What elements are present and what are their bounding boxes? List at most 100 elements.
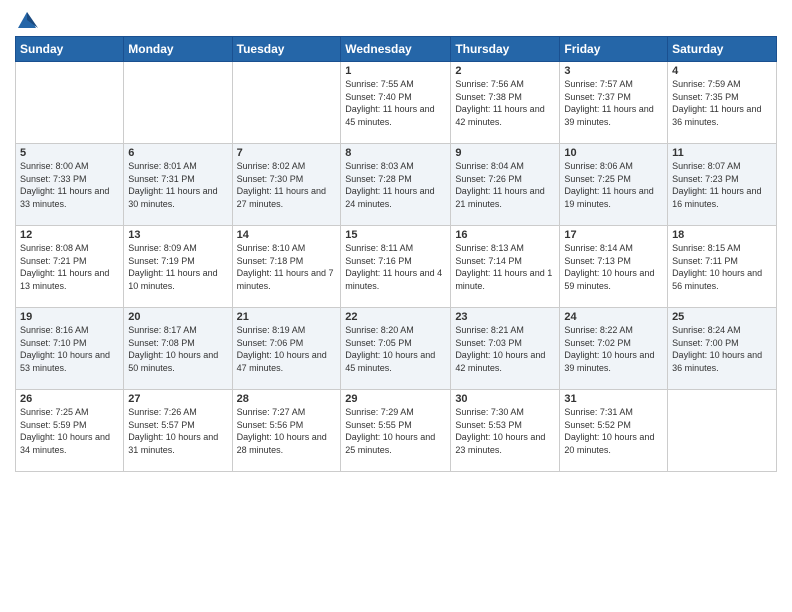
day-number: 3 [564, 65, 663, 77]
day-info: Sunrise: 7:25 AMSunset: 5:59 PMDaylight:… [20, 406, 119, 456]
day-info: Sunrise: 8:07 AMSunset: 7:23 PMDaylight:… [672, 160, 772, 210]
day-info: Sunrise: 7:29 AMSunset: 5:55 PMDaylight:… [345, 406, 446, 456]
day-cell: 20Sunrise: 8:17 AMSunset: 7:08 PMDayligh… [124, 308, 232, 390]
day-cell: 27Sunrise: 7:26 AMSunset: 5:57 PMDayligh… [124, 390, 232, 472]
week-row-1: 1Sunrise: 7:55 AMSunset: 7:40 PMDaylight… [16, 62, 777, 144]
day-info: Sunrise: 7:57 AMSunset: 7:37 PMDaylight:… [564, 78, 663, 128]
weekday-header-tuesday: Tuesday [232, 37, 341, 62]
day-info: Sunrise: 8:24 AMSunset: 7:00 PMDaylight:… [672, 324, 772, 374]
day-number: 31 [564, 393, 663, 405]
day-cell: 8Sunrise: 8:03 AMSunset: 7:28 PMDaylight… [341, 144, 451, 226]
weekday-header-sunday: Sunday [16, 37, 124, 62]
day-info: Sunrise: 8:01 AMSunset: 7:31 PMDaylight:… [128, 160, 227, 210]
weekday-header-row: SundayMondayTuesdayWednesdayThursdayFrid… [16, 37, 777, 62]
day-number: 7 [237, 147, 337, 159]
day-cell [16, 62, 124, 144]
day-cell: 9Sunrise: 8:04 AMSunset: 7:26 PMDaylight… [451, 144, 560, 226]
day-cell: 13Sunrise: 8:09 AMSunset: 7:19 PMDayligh… [124, 226, 232, 308]
day-cell: 19Sunrise: 8:16 AMSunset: 7:10 PMDayligh… [16, 308, 124, 390]
day-number: 18 [672, 229, 772, 241]
day-info: Sunrise: 8:22 AMSunset: 7:02 PMDaylight:… [564, 324, 663, 374]
weekday-header-monday: Monday [124, 37, 232, 62]
day-info: Sunrise: 8:00 AMSunset: 7:33 PMDaylight:… [20, 160, 119, 210]
day-cell: 5Sunrise: 8:00 AMSunset: 7:33 PMDaylight… [16, 144, 124, 226]
day-cell: 26Sunrise: 7:25 AMSunset: 5:59 PMDayligh… [16, 390, 124, 472]
day-number: 29 [345, 393, 446, 405]
day-cell: 28Sunrise: 7:27 AMSunset: 5:56 PMDayligh… [232, 390, 341, 472]
weekday-header-friday: Friday [560, 37, 668, 62]
day-number: 28 [237, 393, 337, 405]
day-cell: 23Sunrise: 8:21 AMSunset: 7:03 PMDayligh… [451, 308, 560, 390]
day-cell: 29Sunrise: 7:29 AMSunset: 5:55 PMDayligh… [341, 390, 451, 472]
day-number: 12 [20, 229, 119, 241]
logo [15, 10, 39, 28]
weekday-header-thursday: Thursday [451, 37, 560, 62]
calendar-table: SundayMondayTuesdayWednesdayThursdayFrid… [15, 36, 777, 472]
day-cell: 10Sunrise: 8:06 AMSunset: 7:25 PMDayligh… [560, 144, 668, 226]
day-number: 13 [128, 229, 227, 241]
day-cell: 18Sunrise: 8:15 AMSunset: 7:11 PMDayligh… [668, 226, 777, 308]
day-number: 5 [20, 147, 119, 159]
day-number: 8 [345, 147, 446, 159]
day-info: Sunrise: 7:27 AMSunset: 5:56 PMDaylight:… [237, 406, 337, 456]
day-info: Sunrise: 8:16 AMSunset: 7:10 PMDaylight:… [20, 324, 119, 374]
day-cell: 22Sunrise: 8:20 AMSunset: 7:05 PMDayligh… [341, 308, 451, 390]
weekday-header-saturday: Saturday [668, 37, 777, 62]
day-number: 19 [20, 311, 119, 323]
week-row-3: 12Sunrise: 8:08 AMSunset: 7:21 PMDayligh… [16, 226, 777, 308]
day-info: Sunrise: 8:09 AMSunset: 7:19 PMDaylight:… [128, 242, 227, 292]
day-info: Sunrise: 8:15 AMSunset: 7:11 PMDaylight:… [672, 242, 772, 292]
day-cell: 2Sunrise: 7:56 AMSunset: 7:38 PMDaylight… [451, 62, 560, 144]
day-info: Sunrise: 8:02 AMSunset: 7:30 PMDaylight:… [237, 160, 337, 210]
day-info: Sunrise: 8:17 AMSunset: 7:08 PMDaylight:… [128, 324, 227, 374]
day-number: 20 [128, 311, 227, 323]
day-cell: 17Sunrise: 8:14 AMSunset: 7:13 PMDayligh… [560, 226, 668, 308]
day-info: Sunrise: 8:13 AMSunset: 7:14 PMDaylight:… [455, 242, 555, 292]
day-cell: 21Sunrise: 8:19 AMSunset: 7:06 PMDayligh… [232, 308, 341, 390]
day-cell: 16Sunrise: 8:13 AMSunset: 7:14 PMDayligh… [451, 226, 560, 308]
week-row-2: 5Sunrise: 8:00 AMSunset: 7:33 PMDaylight… [16, 144, 777, 226]
week-row-4: 19Sunrise: 8:16 AMSunset: 7:10 PMDayligh… [16, 308, 777, 390]
day-number: 11 [672, 147, 772, 159]
day-info: Sunrise: 7:55 AMSunset: 7:40 PMDaylight:… [345, 78, 446, 128]
day-number: 21 [237, 311, 337, 323]
day-info: Sunrise: 7:59 AMSunset: 7:35 PMDaylight:… [672, 78, 772, 128]
day-info: Sunrise: 8:11 AMSunset: 7:16 PMDaylight:… [345, 242, 446, 292]
day-number: 16 [455, 229, 555, 241]
day-number: 2 [455, 65, 555, 77]
day-number: 22 [345, 311, 446, 323]
day-number: 30 [455, 393, 555, 405]
day-number: 23 [455, 311, 555, 323]
day-info: Sunrise: 8:04 AMSunset: 7:26 PMDaylight:… [455, 160, 555, 210]
day-number: 4 [672, 65, 772, 77]
day-cell: 30Sunrise: 7:30 AMSunset: 5:53 PMDayligh… [451, 390, 560, 472]
day-info: Sunrise: 7:30 AMSunset: 5:53 PMDaylight:… [455, 406, 555, 456]
day-info: Sunrise: 8:19 AMSunset: 7:06 PMDaylight:… [237, 324, 337, 374]
day-number: 17 [564, 229, 663, 241]
day-number: 14 [237, 229, 337, 241]
day-cell: 25Sunrise: 8:24 AMSunset: 7:00 PMDayligh… [668, 308, 777, 390]
day-cell: 24Sunrise: 8:22 AMSunset: 7:02 PMDayligh… [560, 308, 668, 390]
day-cell: 6Sunrise: 8:01 AMSunset: 7:31 PMDaylight… [124, 144, 232, 226]
day-info: Sunrise: 8:03 AMSunset: 7:28 PMDaylight:… [345, 160, 446, 210]
day-number: 9 [455, 147, 555, 159]
day-info: Sunrise: 8:06 AMSunset: 7:25 PMDaylight:… [564, 160, 663, 210]
day-cell: 1Sunrise: 7:55 AMSunset: 7:40 PMDaylight… [341, 62, 451, 144]
day-info: Sunrise: 8:14 AMSunset: 7:13 PMDaylight:… [564, 242, 663, 292]
logo-icon [16, 10, 38, 32]
day-info: Sunrise: 8:20 AMSunset: 7:05 PMDaylight:… [345, 324, 446, 374]
day-cell: 7Sunrise: 8:02 AMSunset: 7:30 PMDaylight… [232, 144, 341, 226]
day-cell [124, 62, 232, 144]
header [15, 10, 777, 28]
day-cell: 14Sunrise: 8:10 AMSunset: 7:18 PMDayligh… [232, 226, 341, 308]
week-row-5: 26Sunrise: 7:25 AMSunset: 5:59 PMDayligh… [16, 390, 777, 472]
day-number: 15 [345, 229, 446, 241]
day-cell: 31Sunrise: 7:31 AMSunset: 5:52 PMDayligh… [560, 390, 668, 472]
day-info: Sunrise: 8:08 AMSunset: 7:21 PMDaylight:… [20, 242, 119, 292]
day-cell: 12Sunrise: 8:08 AMSunset: 7:21 PMDayligh… [16, 226, 124, 308]
weekday-header-wednesday: Wednesday [341, 37, 451, 62]
day-number: 27 [128, 393, 227, 405]
day-info: Sunrise: 8:10 AMSunset: 7:18 PMDaylight:… [237, 242, 337, 292]
day-number: 26 [20, 393, 119, 405]
day-cell [232, 62, 341, 144]
